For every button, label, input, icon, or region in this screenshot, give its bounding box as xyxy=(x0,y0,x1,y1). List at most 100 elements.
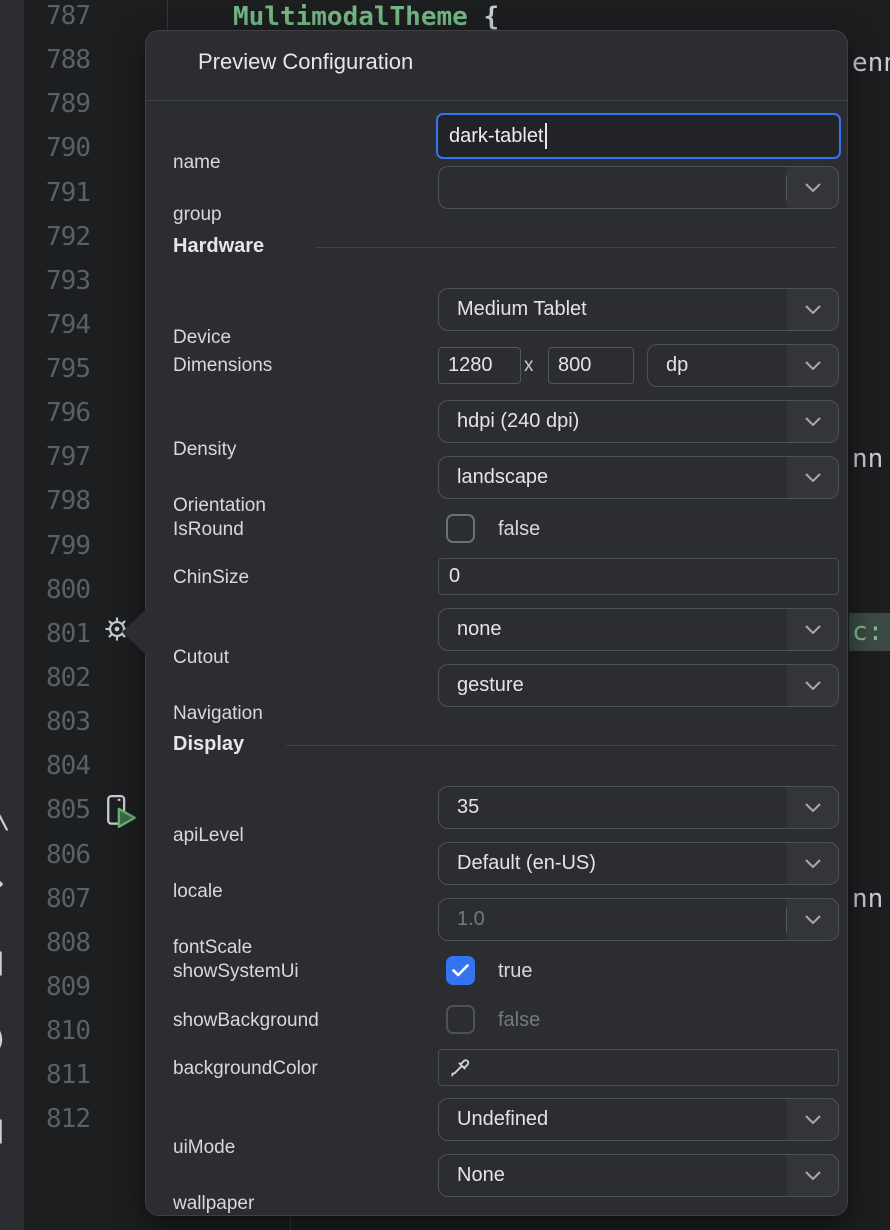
clipped-code-text: nn xyxy=(852,884,883,914)
tool-window-stripe: ╲ › ] ) ] xyxy=(0,0,24,1230)
dimension-unit-dropdown[interactable]: dp xyxy=(647,344,839,387)
isround-checkbox[interactable] xyxy=(446,514,475,543)
cutout-dropdown[interactable]: none xyxy=(438,608,839,651)
clipped-glyph: ] xyxy=(0,1116,7,1147)
chevron-down-icon[interactable] xyxy=(787,457,838,498)
isround-value: false xyxy=(498,518,540,541)
apilevel-label: apiLevel xyxy=(173,825,244,847)
section-line xyxy=(316,247,837,248)
device-label: Device xyxy=(173,327,231,349)
chevron-down-icon[interactable] xyxy=(787,787,838,828)
indent-guide xyxy=(167,0,168,32)
group-combobox[interactable] xyxy=(438,166,839,209)
dimension-width-value: 1280 xyxy=(448,354,493,377)
run-preview-icon[interactable] xyxy=(106,794,138,830)
wallpaper-label: wallpaper xyxy=(173,1193,254,1215)
wallpaper-dropdown[interactable]: None xyxy=(438,1154,839,1197)
orientation-value: landscape xyxy=(439,466,787,489)
divider xyxy=(146,100,847,101)
selection-highlight: c: xyxy=(849,613,890,651)
locale-dropdown[interactable]: Default (en-US) xyxy=(438,842,839,885)
chevron-down-icon[interactable] xyxy=(787,167,838,208)
dimension-separator: x xyxy=(524,355,534,377)
eyedropper-icon[interactable] xyxy=(449,1056,472,1079)
chevron-down-icon[interactable] xyxy=(787,1099,838,1140)
chevron-down-icon[interactable] xyxy=(787,843,838,884)
fontscale-value: 1.0 xyxy=(439,908,786,931)
line-number: 803 xyxy=(28,707,90,737)
cutout-value: none xyxy=(439,618,787,641)
line-number: 790 xyxy=(28,133,90,163)
ide-screen: { "editor": { "line_numbers": ["787","78… xyxy=(0,0,890,1230)
dialog-callout-arrow xyxy=(122,608,147,656)
line-number: 797 xyxy=(28,442,90,472)
chevron-down-icon[interactable] xyxy=(787,289,838,330)
chevron-down-icon[interactable] xyxy=(787,609,838,650)
chinsize-value: 0 xyxy=(449,565,460,588)
dimension-height-value: 800 xyxy=(558,354,591,377)
line-number: 799 xyxy=(28,531,90,561)
showbackground-checkbox[interactable] xyxy=(446,1005,475,1034)
line-number: 806 xyxy=(28,840,90,870)
showsystemui-checkbox[interactable] xyxy=(446,956,475,985)
line-number: 804 xyxy=(28,751,90,781)
locale-value: Default (en-US) xyxy=(439,852,787,875)
line-number: 812 xyxy=(28,1104,90,1134)
code-brace: { xyxy=(468,2,499,32)
text-caret xyxy=(545,123,547,149)
navigation-dropdown[interactable]: gesture xyxy=(438,664,839,707)
chinsize-label: ChinSize xyxy=(173,567,249,589)
dialog-title: Preview Configuration xyxy=(198,49,413,75)
dimension-width-input[interactable]: 1280 xyxy=(438,347,521,384)
line-number: 801 xyxy=(28,619,90,649)
line-number: 802 xyxy=(28,663,90,693)
name-input[interactable]: dark-tablet xyxy=(436,113,841,159)
section-line xyxy=(286,745,837,746)
device-value: Medium Tablet xyxy=(439,298,787,321)
section-header-display: Display xyxy=(173,733,244,756)
uimode-value: Undefined xyxy=(439,1108,787,1131)
navigation-label: Navigation xyxy=(173,703,263,725)
orientation-dropdown[interactable]: landscape xyxy=(438,456,839,499)
line-number: 807 xyxy=(28,884,90,914)
line-number: 795 xyxy=(28,354,90,384)
line-number: 791 xyxy=(28,178,90,208)
isround-label: IsRound xyxy=(173,519,244,541)
line-number: 789 xyxy=(28,89,90,119)
device-dropdown[interactable]: Medium Tablet xyxy=(438,288,839,331)
fontscale-combobox[interactable]: 1.0 xyxy=(438,898,839,941)
backgroundcolor-label: backgroundColor xyxy=(173,1058,318,1080)
line-number: 796 xyxy=(28,398,90,428)
line-number: 811 xyxy=(28,1060,90,1090)
line-number: 788 xyxy=(28,45,90,75)
uimode-dropdown[interactable]: Undefined xyxy=(438,1098,839,1141)
clipped-glyph: ) xyxy=(0,1024,7,1055)
showsystemui-value: true xyxy=(498,960,532,983)
chevron-down-icon[interactable] xyxy=(787,665,838,706)
navigation-value: gesture xyxy=(439,674,787,697)
code-identifier: MultimodalTheme xyxy=(233,2,468,32)
showbackground-label: showBackground xyxy=(173,1010,319,1032)
dimension-unit-value: dp xyxy=(648,354,787,377)
apilevel-dropdown[interactable]: 35 xyxy=(438,786,839,829)
line-number: 800 xyxy=(28,575,90,605)
cutout-label: Cutout xyxy=(173,647,229,669)
clipped-glyph: ╲ xyxy=(0,800,7,831)
apilevel-value: 35 xyxy=(439,796,787,819)
backgroundcolor-input[interactable] xyxy=(438,1049,839,1086)
chinsize-input[interactable]: 0 xyxy=(438,558,839,595)
line-number: 793 xyxy=(28,266,90,296)
clipped-code-text: c: xyxy=(852,617,883,647)
density-dropdown[interactable]: hdpi (240 dpi) xyxy=(438,400,839,443)
chevron-down-icon[interactable] xyxy=(787,899,838,940)
check-icon xyxy=(452,964,469,977)
chevron-down-icon[interactable] xyxy=(787,345,838,386)
chevron-down-icon[interactable] xyxy=(787,401,838,442)
clipped-glyph: ] xyxy=(0,948,7,979)
line-number: 798 xyxy=(28,486,90,516)
fontscale-label: fontScale xyxy=(173,937,252,959)
showbackground-value: false xyxy=(498,1009,540,1032)
chevron-down-icon[interactable] xyxy=(787,1155,838,1196)
dimensions-label: Dimensions xyxy=(173,355,272,377)
dimension-height-input[interactable]: 800 xyxy=(548,347,634,384)
